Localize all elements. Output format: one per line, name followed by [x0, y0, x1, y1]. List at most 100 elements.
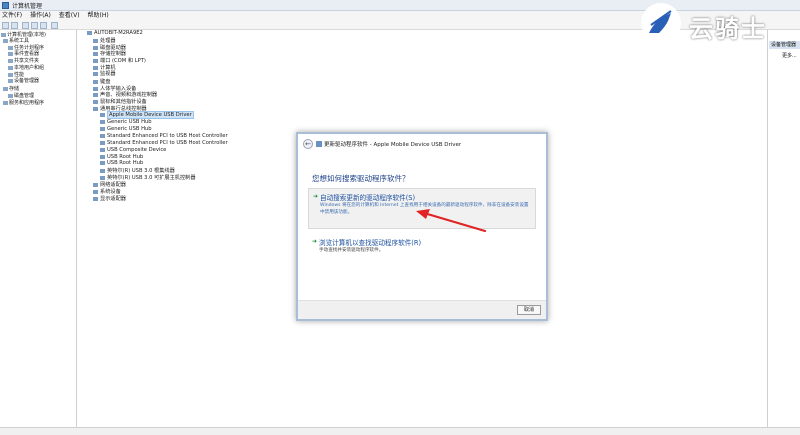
- nav-tree-item[interactable]: 磁盘管理: [8, 92, 34, 99]
- device-icon: [93, 65, 98, 70]
- window-title: 计算机管理: [12, 3, 43, 10]
- device-tree-item[interactable]: Apple Mobile Device USB Driver: [100, 111, 194, 119]
- device-tree-item[interactable]: 处理器: [93, 37, 116, 44]
- nav-tree-item[interactable]: 存储: [3, 85, 19, 92]
- device-label: Standard Enhanced PCI to USB Host Contro…: [107, 133, 228, 139]
- device-label: 监视器: [100, 71, 116, 77]
- nav-tree-item[interactable]: 服务和应用程序: [3, 99, 44, 106]
- tree-node-icon: [8, 58, 13, 63]
- device-label: Standard Enhanced PCI to USB Host Contro…: [107, 140, 228, 146]
- device-label: Generic USB Hub: [107, 126, 152, 132]
- device-icon: [93, 79, 98, 84]
- device-tree-item[interactable]: 键盘: [93, 78, 110, 85]
- device-icon: [93, 86, 98, 91]
- tree-node-icon: [8, 45, 13, 50]
- device-icon: [87, 30, 92, 35]
- tree-node-icon: [8, 72, 13, 77]
- annotation-arrow-icon: [416, 209, 487, 233]
- tree-node-icon: [3, 86, 8, 91]
- tree-node-icon: [8, 51, 13, 56]
- device-icon: [93, 196, 98, 201]
- device-tree-item[interactable]: 监视器: [93, 70, 116, 77]
- device-label: USB Composite Device: [107, 147, 167, 153]
- device-tree-item[interactable]: USB Composite Device: [100, 147, 166, 153]
- device-tree-item[interactable]: Generic USB Hub: [100, 119, 152, 125]
- forward-icon[interactable]: [11, 22, 18, 29]
- navigation-tree: 计算机管理(本地) 系统工具 任务计划程序 事件查看器 共享文件夹 本地用户和组 性能 设备管…: [0, 30, 77, 427]
- device-icon: [93, 58, 98, 63]
- device-tree-item[interactable]: 鼠标和其他指针设备: [93, 98, 147, 105]
- device-tree-item[interactable]: 英特尔(R) USB 3.0 根集线器: [100, 167, 175, 174]
- nav-tree-item[interactable]: 本地用户和组: [8, 64, 44, 71]
- device-icon: [93, 38, 98, 43]
- watermark: 云骑士: [641, 3, 800, 43]
- browse-computer-option[interactable]: ➜ 浏览计算机以查找驱动程序软件(R) 手动查找并安装驱动程序软件。: [308, 234, 536, 256]
- watermark-text: 云骑士: [689, 15, 767, 43]
- device-tree-item[interactable]: Standard Enhanced PCI to USB Host Contro…: [100, 133, 228, 139]
- device-icon: [100, 133, 105, 138]
- knight-logo-icon: [641, 3, 681, 43]
- device-icon: [100, 175, 105, 180]
- nav-tree-item[interactable]: 系统工具: [3, 37, 29, 44]
- device-label: Apple Mobile Device USB Driver: [107, 111, 194, 119]
- more-actions-link[interactable]: 更多...: [782, 52, 797, 59]
- device-tree-item[interactable]: 声音、视频和游戏控制器: [93, 91, 157, 98]
- nav-tree-item[interactable]: 事件查看器: [8, 50, 39, 57]
- device-tree-item[interactable]: 显示适配器: [93, 195, 126, 202]
- device-tree-item[interactable]: 存储控制器: [93, 50, 126, 57]
- device-icon: [100, 154, 105, 159]
- dialog-question: 您想如何搜索驱动程序软件？: [312, 174, 410, 183]
- properties-icon[interactable]: [31, 22, 38, 29]
- back-icon[interactable]: [2, 22, 9, 29]
- device-icon: [100, 160, 105, 165]
- device-label: USB Root Hub: [107, 160, 144, 166]
- device-icon: [93, 99, 98, 104]
- nav-tree-item[interactable]: 设备管理器: [8, 77, 39, 84]
- device-tree-item[interactable]: Standard Enhanced PCI to USB Host Contro…: [100, 140, 228, 146]
- nav-tree-label: 设备管理器: [14, 78, 40, 84]
- device-icon: [100, 112, 105, 117]
- device-icon: [93, 51, 98, 56]
- cancel-button[interactable]: 取消: [517, 305, 541, 315]
- dialog-title: 更新驱动程序软件 - Apple Mobile Device USB Drive…: [324, 142, 462, 148]
- device-tree-item[interactable]: 端口 (COM 和 LPT): [93, 57, 146, 64]
- tree-node-icon: [8, 78, 13, 83]
- browse-computer-description: 手动查找并安装驱动程序软件。: [319, 248, 384, 253]
- device-icon: [100, 168, 105, 173]
- dialog-footer: 取消: [298, 300, 546, 319]
- device-icon: [100, 147, 105, 152]
- device-tree-item[interactable]: AUTOBIT-M2RA9E2: [87, 30, 143, 36]
- scan-hardware-icon[interactable]: [51, 22, 58, 29]
- device-label: Generic USB Hub: [107, 119, 152, 125]
- device-tree-item[interactable]: Generic USB Hub: [100, 126, 152, 132]
- menu-view[interactable]: 查看(V): [59, 11, 80, 21]
- status-bar: [0, 427, 800, 435]
- device-label: 显示适配器: [100, 196, 126, 202]
- tree-node-icon: [8, 93, 13, 98]
- browse-computer-title: 浏览计算机以查找驱动程序软件(R): [319, 239, 422, 247]
- menu-help[interactable]: 帮助(H): [88, 11, 109, 21]
- help-icon[interactable]: [40, 22, 47, 29]
- device-tree-item[interactable]: 英特尔(R) USB 3.0 可扩展主机控制器: [100, 174, 196, 181]
- device-icon: [93, 45, 98, 50]
- device-icon: [100, 119, 105, 124]
- device-tree-item[interactable]: 系统设备: [93, 188, 121, 195]
- device-tree-item[interactable]: 网络适配器: [93, 181, 126, 188]
- menu-action[interactable]: 操作(A): [30, 11, 51, 21]
- menu-file[interactable]: 文件(F): [2, 11, 22, 21]
- computer-management-icon: [2, 2, 9, 9]
- nav-tree-item[interactable]: 共享文件夹: [8, 57, 39, 64]
- up-icon[interactable]: [22, 22, 29, 29]
- auto-search-title: 自动搜索更新的驱动程序软件(S): [320, 194, 416, 202]
- device-icon: [93, 189, 98, 194]
- device-icon: [93, 71, 98, 76]
- device-icon: [100, 140, 105, 145]
- device-icon: [316, 141, 322, 147]
- green-arrow-icon: ➜: [313, 193, 319, 200]
- green-arrow-icon: ➜: [312, 238, 318, 245]
- device-label: AUTOBIT-M2RA9E2: [94, 30, 143, 36]
- back-arrow-icon[interactable]: ←: [303, 139, 313, 149]
- device-tree-item[interactable]: USB Root Hub: [100, 160, 143, 166]
- tree-node-icon: [3, 100, 8, 105]
- actions-pane: 设备管理器 更多...: [767, 30, 800, 427]
